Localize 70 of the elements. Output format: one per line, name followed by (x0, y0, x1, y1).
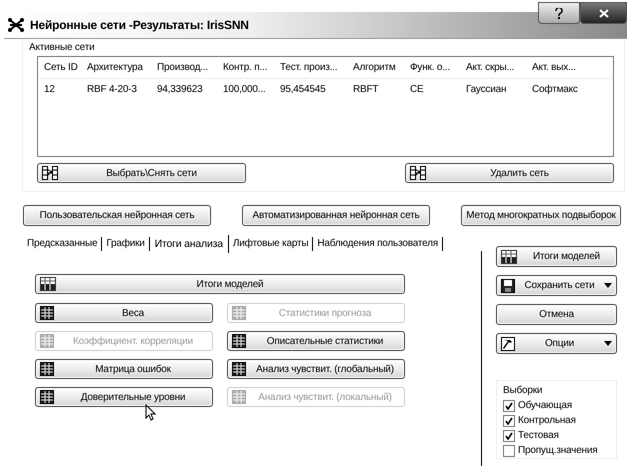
result-button[interactable]: Описательные статистики (227, 331, 405, 351)
checkbox-label: Контрольная (518, 415, 576, 426)
table-cell-text: Софтмакс (531, 84, 579, 95)
column-header[interactable]: Акт. скры... (460, 62, 526, 73)
side-button[interactable]: Опции (496, 333, 617, 354)
table-icon (40, 334, 54, 348)
network-icon (410, 166, 426, 180)
network-icon (42, 166, 58, 180)
table-cell-text: RBFT (352, 84, 380, 95)
caret-icon (604, 283, 612, 288)
table-icon (40, 277, 56, 291)
group-label: Выборки (503, 385, 542, 396)
result-button[interactable]: Анализ чувствит. (глобальный) (227, 359, 405, 379)
table-cell-text: 12 (43, 84, 56, 95)
table-cell-text: RBF 4-20-3 (86, 84, 138, 95)
tab[interactable]: Итоги анализа (150, 235, 229, 253)
app-icon (8, 18, 24, 32)
table-cell-text: 95,454545 (279, 84, 326, 95)
mode-button[interactable]: Пользовательская нейронная сеть (23, 205, 211, 226)
help-icon (555, 8, 563, 18)
tab[interactable]: Лифтовые карты (228, 237, 314, 251)
checkbox-label: Тестовая (518, 430, 559, 441)
column-header[interactable]: Сеть ID (38, 62, 81, 73)
side-button[interactable]: Отмена (496, 304, 617, 325)
caret-icon (604, 341, 612, 346)
network-action-button[interactable]: Удалить сеть (405, 163, 614, 183)
column-header[interactable]: Контр. п... (217, 62, 274, 73)
checkbox[interactable] (503, 430, 515, 442)
table-cell-text: Гауссиан (465, 84, 508, 95)
table-icon (232, 362, 246, 376)
checkbox[interactable] (503, 400, 515, 412)
table-icon (232, 306, 246, 320)
column-header[interactable]: Тест. произ... (274, 62, 347, 73)
table-cell-text: CE (409, 84, 424, 95)
floppy-icon (501, 278, 515, 292)
close-button[interactable] (580, 2, 627, 24)
table-icon (40, 362, 54, 376)
table-cell-text: 100,000... (222, 84, 266, 95)
checkbox-label: Обучающая (518, 400, 572, 411)
model-summary-button[interactable]: Итоги моделей (35, 274, 405, 294)
column-header[interactable]: Производ... (151, 62, 217, 73)
column-header[interactable]: Архитектура (81, 62, 151, 73)
group-label: Активные сети (29, 41, 96, 55)
checkbox[interactable] (503, 414, 515, 426)
network-action-button[interactable]: Выбрать\Снять сети (37, 163, 246, 183)
side-button[interactable]: Итоги моделей (496, 246, 617, 267)
mode-button[interactable]: Автоматизированная нейронная сеть (242, 205, 430, 226)
close-icon (598, 8, 608, 18)
table-icon (40, 306, 54, 320)
result-button[interactable]: Веса (35, 303, 213, 323)
tab[interactable]: Предсказанные (23, 237, 102, 251)
mode-button[interactable]: Метод многократных подвыборок (461, 205, 621, 226)
help-button[interactable] (538, 2, 580, 24)
side-button[interactable]: Сохранить сети (496, 275, 617, 296)
column-header[interactable]: Акт. вых... (526, 62, 592, 73)
table-icon (232, 334, 246, 348)
window-title: Нейронные сети -Результаты: IrisSNN (30, 18, 249, 32)
table-icon (40, 390, 54, 404)
cursor-icon (145, 404, 157, 422)
column-header[interactable]: Функ. о... (404, 62, 460, 73)
result-button[interactable]: Матрица ошибок (35, 359, 213, 379)
checkbox-label: Пропущ.значения (518, 445, 598, 456)
table-cell-text: 94,339623 (156, 84, 204, 95)
column-header[interactable]: Алгоритм (347, 62, 404, 73)
tab[interactable]: Наблюдения пользователя (313, 237, 443, 251)
hammer-icon (501, 336, 515, 350)
result-button[interactable]: Доверительные уровни (35, 387, 213, 407)
table-icon (501, 250, 517, 264)
checkbox[interactable] (503, 444, 515, 456)
table-icon (232, 390, 246, 404)
